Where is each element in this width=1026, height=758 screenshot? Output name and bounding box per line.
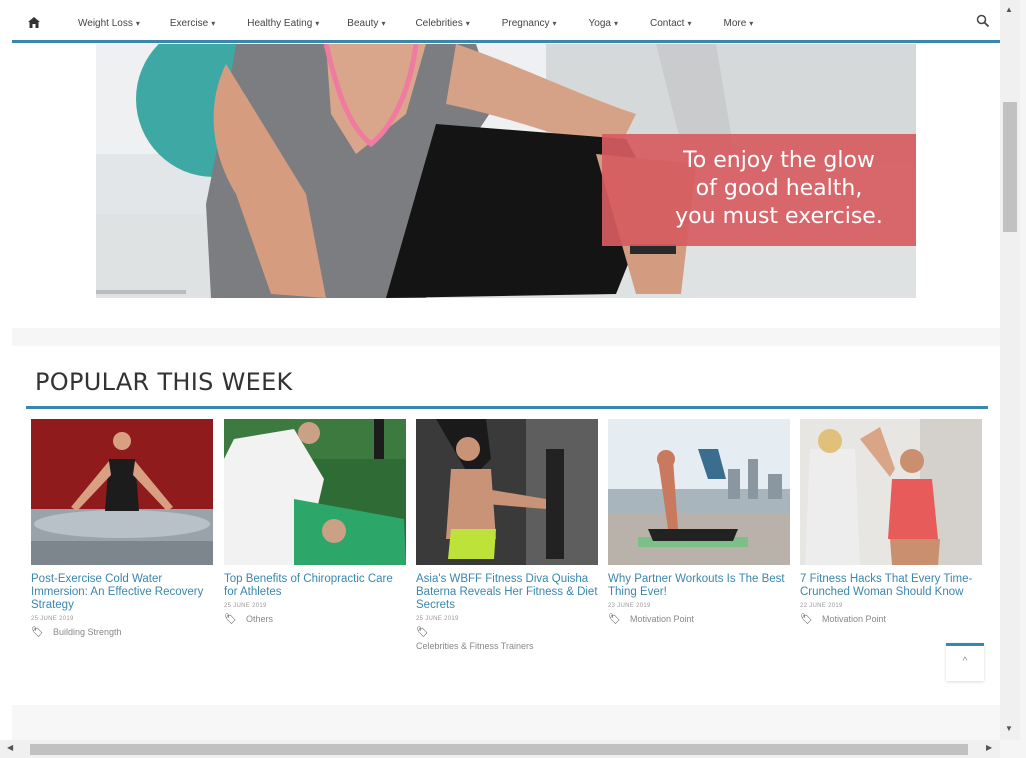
category-link[interactable]: Celebrities & Fitness Trainers [416,641,534,651]
search-icon[interactable] [976,14,990,28]
horizontal-scrollbar[interactable]: ◀ ▶ [0,740,1000,758]
article-card: 7 Fitness Hacks That Every Time-Crunched… [800,419,982,625]
chevron-down-icon: ▾ [135,18,140,28]
article-category: 🏷 Celebrities & Fitness Trainers [416,627,598,651]
divider [12,328,1000,346]
scroll-down-arrow-icon[interactable]: ▼ [1005,724,1013,733]
article-date: 22 JUNE 2019 [800,603,843,609]
section-divider [26,406,988,409]
nav-item-beauty[interactable]: Beauty ▾ [347,18,385,29]
footer-band [12,705,1000,740]
chevron-down-icon: ▾ [749,18,754,28]
article-category: 🏷 Building Strength [31,627,213,638]
article-date: 25 JUNE 2019 [224,603,267,609]
article-title[interactable]: Post-Exercise Cold Water Immersion: An E… [31,573,213,612]
chevron-down-icon: ▾ [465,18,470,28]
nav-item-celebrities[interactable]: Celebrities ▾ [415,18,469,29]
article-card: Post-Exercise Cold Water Immersion: An E… [31,419,213,638]
nav-item-healthy-eating[interactable]: Healthy Eating ▾ [247,18,319,29]
vertical-scrollbar[interactable]: ▲ ▼ [1000,0,1020,740]
article-thumbnail[interactable] [224,419,406,565]
chevron-up-icon: ^ [962,656,968,667]
article-card: Why Partner Workouts Is The Best Thing E… [608,419,790,625]
nav-item-pregnancy[interactable]: Pregnancy ▾ [502,18,557,29]
hero-quote: To enjoy the glow of good health, you mu… [602,134,916,246]
article-category: 🏷 Motivation Point [608,614,790,625]
category-link[interactable]: Others [246,614,273,624]
scrollbar-corner [1000,740,1026,758]
article-title[interactable]: Asia's WBFF Fitness Diva Quisha Baterna … [416,573,598,612]
chevron-down-icon: ▾ [211,18,216,28]
hero-banner[interactable]: To enjoy the glow of good health, you mu… [96,44,916,298]
article-thumbnail[interactable] [800,419,982,565]
chevron-down-icon: ▾ [381,18,386,28]
browser-viewport: Weight Loss ▾ Exercise ▾ Healthy Eating ▾ B… [0,0,1000,740]
scroll-right-arrow-icon[interactable]: ▶ [986,743,992,752]
tag-icon: 🏷 [31,627,44,638]
scroll-up-arrow-icon[interactable]: ▲ [1005,5,1013,14]
home-icon[interactable] [12,15,56,31]
nav-item-exercise[interactable]: Exercise ▾ [170,18,215,29]
article-date: 25 JUNE 2019 [31,616,74,622]
chevron-down-icon: ▾ [687,18,692,28]
article-title[interactable]: Why Partner Workouts Is The Best Thing E… [608,573,790,599]
chevron-down-icon: ▾ [613,18,618,28]
article-thumbnail[interactable] [31,419,213,565]
chevron-down-icon: ▾ [315,18,320,28]
scroll-left-arrow-icon[interactable]: ◀ [7,743,13,752]
article-card: Asia's WBFF Fitness Diva Quisha Baterna … [416,419,598,651]
article-date: 25 JUNE 2019 [416,616,459,622]
article-thumbnail[interactable] [416,419,598,565]
category-link[interactable]: Building Strength [53,627,122,637]
nav-item-more[interactable]: More ▾ [723,18,753,29]
nav-item-weight-loss[interactable]: Weight Loss ▾ [78,18,140,29]
back-to-top-button[interactable]: ^ [946,643,984,681]
category-link[interactable]: Motivation Point [630,614,694,624]
article-title[interactable]: 7 Fitness Hacks That Every Time-Crunched… [800,573,982,599]
nav-item-contact[interactable]: Contact ▾ [650,18,691,29]
category-link[interactable]: Motivation Point [822,614,886,624]
tag-icon: 🏷 [224,614,237,625]
article-date: 23 JUNE 2019 [608,603,651,609]
tag-icon: 🏷 [416,627,429,638]
tag-icon: 🏷 [608,614,621,625]
article-card: Top Benefits of Chiropractic Care for At… [224,419,406,625]
article-thumbnail[interactable] [608,419,790,565]
article-category: 🏷 Others [224,614,406,625]
article-title[interactable]: Top Benefits of Chiropractic Care for At… [224,573,406,599]
article-category: 🏷 Motivation Point [800,614,982,625]
nav-item-yoga[interactable]: Yoga ▾ [589,18,618,29]
chevron-down-icon: ▾ [552,18,557,28]
main-navigation: Weight Loss ▾ Exercise ▾ Healthy Eating ▾ B… [12,6,1000,43]
tag-icon: 🏷 [800,614,813,625]
section-title: POPULAR THIS WEEK [35,368,293,396]
scrollbar-thumb[interactable] [1003,102,1017,232]
scrollbar-thumb[interactable] [30,744,968,755]
